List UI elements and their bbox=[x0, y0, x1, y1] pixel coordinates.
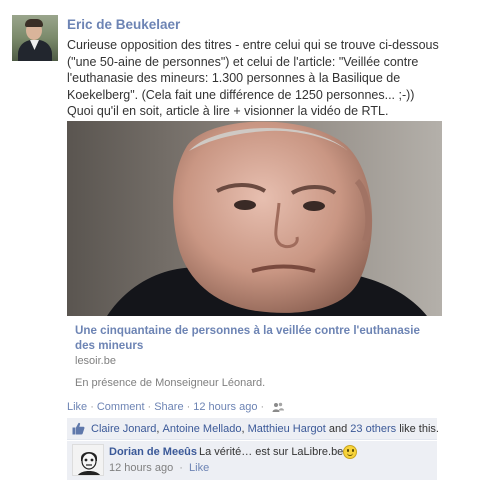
post-timestamp[interactable]: 12 hours ago bbox=[193, 401, 257, 413]
post-message-line: Koekelberg". (Cela fait une différence d… bbox=[67, 87, 415, 102]
post-message-line: Curieuse opposition des titres - entre c… bbox=[67, 38, 439, 52]
shared-link-title[interactable]: Une cinquantaine de personnes à la veill… bbox=[75, 324, 441, 353]
shared-link-caption: En présence de Monseigneur Léonard. bbox=[75, 377, 266, 389]
comment-meta: 12 hours ago · Like bbox=[109, 462, 209, 474]
liker-and: and bbox=[325, 422, 351, 435]
author-avatar[interactable] bbox=[12, 15, 58, 61]
shared-link-photo[interactable] bbox=[67, 121, 442, 316]
post-message: Curieuse opposition des titres - entre c… bbox=[67, 37, 487, 120]
likers-others-link[interactable]: 23 others bbox=[350, 423, 396, 435]
likes-summary: Claire Jonard , Antoine Mellado , Matthi… bbox=[67, 418, 439, 440]
comment-link[interactable]: Comment bbox=[97, 401, 145, 413]
separator: · bbox=[90, 401, 94, 413]
comment-text: La vérité… est sur LaLibre.be. bbox=[199, 446, 347, 458]
separator: · bbox=[260, 401, 265, 413]
separator: · bbox=[147, 401, 152, 413]
liker-name[interactable]: Claire Jonard bbox=[91, 423, 156, 435]
shared-link-domain: lesoir.be bbox=[75, 355, 116, 367]
liker-name[interactable]: Antoine Mellado bbox=[163, 423, 242, 435]
post-author-name[interactable]: Eric de Beukelaer bbox=[67, 17, 180, 32]
facebook-post: Eric de Beukelaer Curieuse opposition de… bbox=[0, 0, 500, 480]
comment-item: Dorian de Meeûs La vérité… est sur LaLib… bbox=[67, 441, 437, 480]
commenter-name[interactable]: Dorian de Meeûs bbox=[109, 446, 197, 458]
like-link[interactable]: Like bbox=[67, 401, 87, 413]
post-message-line: Quoi qu'il en soit, article à lire + vis… bbox=[67, 104, 389, 119]
share-link[interactable]: Share bbox=[154, 401, 183, 413]
post-message-line: l'euthanasie des mineurs: 1.300 personne… bbox=[67, 71, 401, 86]
friends-icon[interactable] bbox=[272, 402, 285, 412]
separator: · bbox=[186, 401, 191, 413]
likes-suffix: like this. bbox=[396, 422, 439, 435]
post-actions-bar: Like · Comment · Share · 12 hours ago · bbox=[67, 401, 285, 413]
liker-name[interactable]: Matthieu Hargot bbox=[248, 423, 326, 435]
comment-like-link[interactable]: Like bbox=[189, 462, 209, 474]
thumbs-up-icon bbox=[72, 422, 85, 435]
shared-link-attachment[interactable]: Une cinquantaine de personnes à la veill… bbox=[67, 121, 442, 393]
post-message-line: ("une 50-aine de personnes") et celui de… bbox=[67, 54, 419, 69]
comment-timestamp[interactable]: 12 hours ago bbox=[109, 462, 173, 474]
separator: · bbox=[179, 462, 183, 474]
smiley-icon bbox=[343, 445, 357, 459]
commenter-avatar[interactable] bbox=[72, 444, 104, 476]
